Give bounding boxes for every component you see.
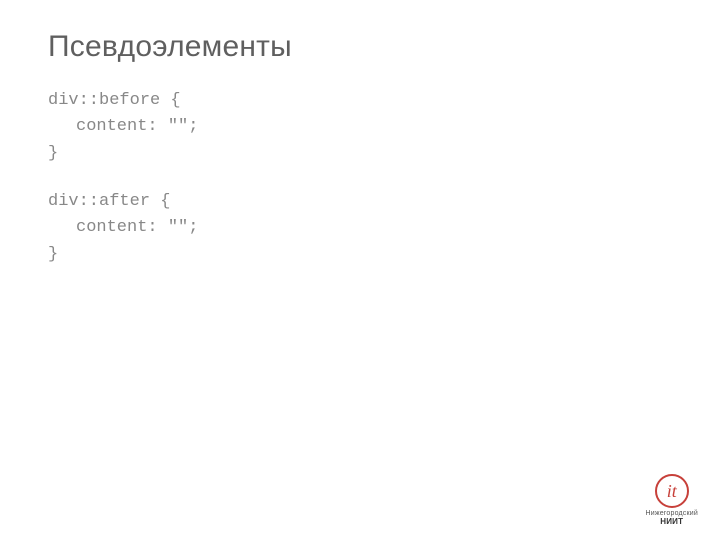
code-line: div::before { xyxy=(48,88,672,114)
code-block-after: div::after { content: ""; } xyxy=(48,189,672,268)
code-line: } xyxy=(48,242,672,268)
code-line: div::after { xyxy=(48,189,672,215)
slide-title: Псевдоэлементы xyxy=(48,30,672,64)
logo: it Нижегородский НИИТ xyxy=(645,474,698,526)
logo-line2: НИИТ xyxy=(645,518,698,526)
logo-text: Нижегородский НИИТ xyxy=(645,510,698,526)
code-line: content: ""; xyxy=(48,114,672,140)
logo-mark-icon: it xyxy=(655,474,689,508)
code-area: div::before { content: ""; } div::after … xyxy=(48,88,672,268)
code-line: } xyxy=(48,141,672,167)
slide: Псевдоэлементы div::before { content: ""… xyxy=(0,0,720,540)
code-block-before: div::before { content: ""; } xyxy=(48,88,672,167)
code-line: content: ""; xyxy=(48,215,672,241)
